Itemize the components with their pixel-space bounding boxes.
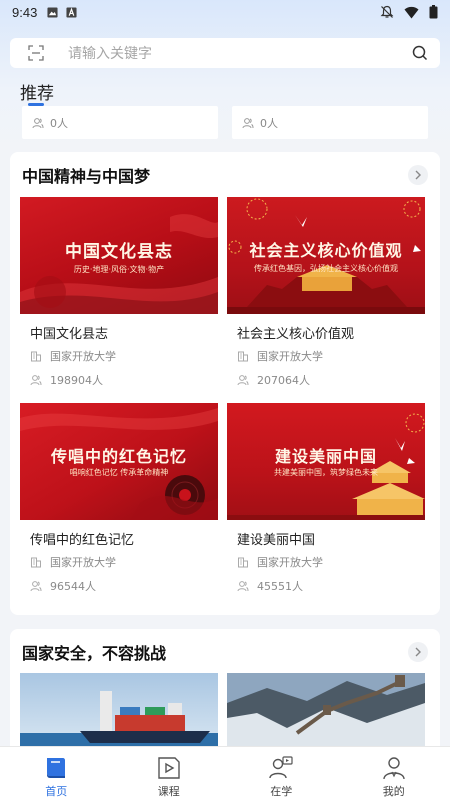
school-icon: [238, 557, 248, 568]
course-card[interactable]: 中国文化县志 历史·地理·风俗·文物·物产 中国文化县志 国家开放大学 1989…: [20, 197, 218, 387]
course-card[interactable]: 传唱中的红色记忆 唱响红色记忆 传承革命精神 传唱中的红色记忆 国家开放大学 9…: [20, 403, 218, 593]
learner-count: 207064人: [257, 374, 310, 387]
school-name: 国家开放大学: [257, 350, 323, 363]
recommend-card[interactable]: 0人: [22, 106, 218, 139]
thumbnail-title: 社会主义核心价值观: [249, 243, 403, 260]
cargo-ship-image: [20, 673, 218, 748]
learner-count: 96544人: [50, 580, 96, 593]
search-bar[interactable]: 请输入关键字: [10, 38, 440, 68]
section-chinese-spirit: 中国精神与中国梦 中国文化县志 历史·地理·风俗·文物·物产 中国文化县志 国家…: [10, 152, 440, 615]
learner-count: 45551人: [257, 580, 303, 593]
thumbnail-title: 建设美丽中国: [274, 449, 377, 466]
chevron-right-icon: [415, 647, 421, 657]
nav-home[interactable]: 首页: [0, 747, 113, 800]
people-icon: [32, 117, 44, 128]
school-icon: [31, 351, 41, 362]
school-name: 国家开放大学: [50, 556, 116, 569]
recommend-count: 0人: [50, 116, 68, 130]
learner-icon: [269, 756, 293, 779]
nav-profile-label: 我的: [382, 785, 405, 798]
thumbnail-title: 中国文化县志: [65, 242, 173, 261]
course-school: 国家开放大学: [237, 555, 425, 569]
course-card[interactable]: 建设美丽中国 共建美丽中国，筑梦绿色未来 建设美丽中国 国家开放大学 45551…: [227, 403, 425, 593]
recommend-card[interactable]: 0人: [232, 106, 428, 139]
thumbnail-subtitle: 传承红色基因，弘扬社会主义核心价值观: [254, 264, 398, 273]
section-title: 国家安全，不容挑战: [22, 644, 167, 663]
course-title[interactable]: 建设美丽中国: [237, 529, 425, 548]
course-title[interactable]: 传唱中的红色记忆: [30, 529, 218, 548]
school-icon: [31, 557, 41, 568]
nav-courses[interactable]: 课程: [113, 747, 226, 800]
recommend-title: 推荐: [20, 84, 54, 104]
battery-icon: [429, 5, 438, 19]
section-more-button[interactable]: [408, 165, 428, 185]
people-icon: [30, 375, 42, 386]
people-icon: [30, 581, 42, 592]
status-bar: 9:43: [0, 0, 450, 24]
thumbnail-subtitle: 共建美丽中国，筑梦绿色未来: [274, 468, 378, 477]
course-school: 国家开放大学: [237, 349, 425, 363]
nav-home-label: 首页: [45, 785, 68, 798]
section-more-button[interactable]: [408, 642, 428, 662]
nav-learning-label: 在学: [270, 785, 293, 798]
school-icon: [238, 351, 248, 362]
course-title[interactable]: 社会主义核心价值观: [237, 323, 425, 342]
bottom-navigation: 首页 课程 在学 我的: [0, 746, 450, 800]
course-learners: 207064人: [237, 373, 425, 387]
thumbnail-title: 传唱中的红色记忆: [50, 449, 187, 466]
course-school: 国家开放大学: [30, 349, 218, 363]
chevron-right-icon: [415, 170, 421, 180]
people-icon: [242, 117, 254, 128]
course-learners: 96544人: [30, 579, 218, 593]
course-thumbnail[interactable]: [227, 673, 425, 748]
status-time: 9:43: [12, 4, 38, 20]
thumbnail-subtitle: 唱响红色记忆 传承革命精神: [69, 468, 169, 477]
section-national-security: 国家安全，不容挑战: [10, 629, 440, 759]
course-learners: 198904人: [30, 373, 218, 387]
course-thumbnail[interactable]: 社会主义核心价值观 传承红色基因，弘扬社会主义核心价值观: [227, 197, 425, 314]
people-icon: [237, 375, 249, 386]
course-card[interactable]: 社会主义核心价值观 传承红色基因，弘扬社会主义核心价值观 社会主义核心价值观 国…: [227, 197, 425, 387]
course-learners: 45551人: [237, 579, 425, 593]
nav-profile[interactable]: 我的: [338, 747, 450, 800]
school-name: 国家开放大学: [50, 350, 116, 363]
recommend-count: 0人: [260, 116, 278, 130]
course-title[interactable]: 中国文化县志: [30, 323, 218, 342]
image-notification-icon: [47, 6, 58, 18]
video-icon: [158, 757, 180, 779]
learner-count: 198904人: [50, 374, 103, 387]
text-notification-icon: [66, 6, 77, 18]
wifi-icon: [404, 6, 419, 18]
course-thumbnail[interactable]: 中国文化县志 历史·地理·风俗·文物·物产: [20, 197, 218, 314]
profile-icon: [383, 757, 405, 780]
thumbnail-subtitle: 历史·地理·风俗·文物·物产: [73, 265, 165, 274]
section-header: 中国精神与中国梦: [10, 152, 440, 198]
search-icon[interactable]: [412, 45, 428, 61]
scan-icon[interactable]: [28, 45, 44, 61]
course-school: 国家开放大学: [30, 555, 218, 569]
school-name: 国家开放大学: [257, 556, 323, 569]
course-thumbnail[interactable]: 建设美丽中国 共建美丽中国，筑梦绿色未来: [227, 403, 425, 520]
search-input[interactable]: 请输入关键字: [68, 43, 412, 63]
section-title: 中国精神与中国梦: [22, 167, 151, 186]
mute-bell-icon: [380, 5, 394, 18]
book-icon: [47, 758, 66, 778]
great-wall-image: [227, 673, 425, 748]
people-icon: [237, 581, 249, 592]
course-thumbnail[interactable]: 传唱中的红色记忆 唱响红色记忆 传承革命精神: [20, 403, 218, 520]
course-thumbnail[interactable]: [20, 673, 218, 748]
nav-learning[interactable]: 在学: [225, 747, 338, 800]
section-header: 国家安全，不容挑战: [10, 629, 440, 675]
nav-courses-label: 课程: [157, 785, 180, 798]
